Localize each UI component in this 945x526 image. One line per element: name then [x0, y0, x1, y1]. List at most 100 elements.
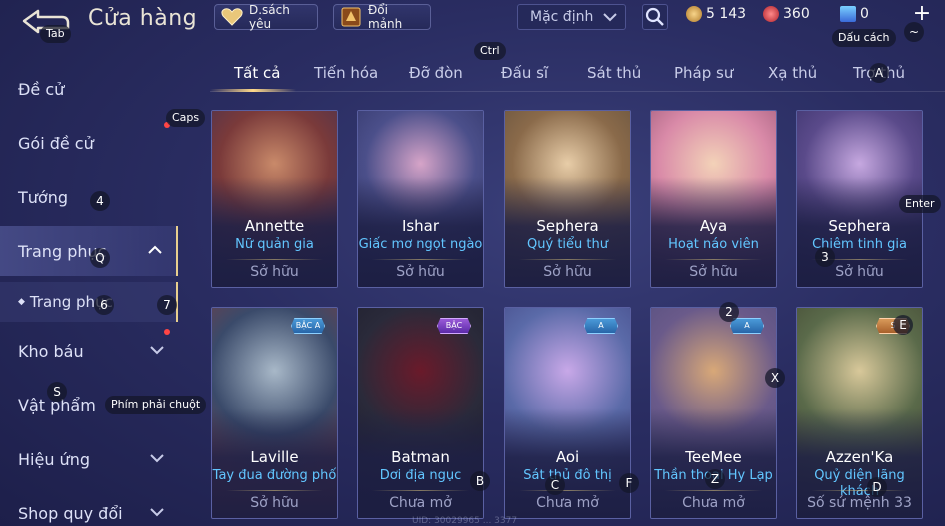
hero-name: TeeMee [685, 448, 742, 466]
skin-card[interactable]: A Aoi Sát thủ đô thị Chưa mở [504, 307, 631, 519]
skin-name: Tay đua đường phố [212, 468, 337, 483]
tab-assassin[interactable]: Sát thủ [587, 64, 641, 82]
tier-badge: A [584, 318, 618, 334]
search-icon [645, 7, 664, 26]
chevron-down-icon [603, 13, 617, 22]
ownership-status: Chưa mở [536, 495, 599, 511]
sort-dropdown[interactable]: Mặc định [517, 4, 626, 30]
voucher-balance: 0 [840, 6, 869, 22]
chevron-down-icon [150, 346, 164, 355]
gold-balance: 5 143 [686, 6, 746, 22]
key-hint-ctrl: Ctrl [474, 42, 506, 60]
sidebar-item-heroes[interactable]: Tướng [0, 172, 178, 222]
skin-name: Quý tiểu thư [527, 237, 608, 252]
top-up-plus-button[interactable]: + [912, 3, 932, 25]
key-hint-caps: Caps [166, 109, 206, 127]
tab-all[interactable]: Tất cả [234, 64, 280, 82]
card-divider [665, 259, 762, 260]
skin-card[interactable]: Annette Nữ quản gia Sở hữu [211, 110, 338, 288]
card-divider [372, 259, 469, 260]
skin-name: Giấc mơ ngọt ngào [358, 237, 483, 252]
key-hint-6: 6 [94, 295, 114, 315]
fragment-icon [340, 7, 362, 27]
skin-card[interactable]: Ishar Giấc mơ ngọt ngào Sở hữu [357, 110, 484, 288]
diamond-bullet-icon: ◆ [18, 297, 25, 307]
sidebar-item-featured-bundles[interactable]: Gói đề cử [0, 118, 178, 168]
sidebar-item-skins[interactable]: Trang phục [0, 226, 178, 276]
hero-name: Batman [391, 448, 450, 466]
search-button[interactable] [642, 4, 668, 30]
hero-name: Azzen'Ka [825, 448, 894, 466]
chevron-down-icon [150, 454, 164, 463]
skin-card[interactable]: SAzzen'KaQuỷ diện lãng kháchSố sứ mệnh 3… [796, 307, 923, 519]
card-divider [811, 490, 908, 491]
tab-marksman[interactable]: Xạ thủ [768, 64, 817, 82]
top-bar: Cửa hàng D.sách yêu Đổi mảnh Mặc định 5 … [0, 0, 945, 56]
skin-name: Dơi địa ngục [379, 468, 462, 483]
skin-card[interactable]: Sephera Quý tiểu thư Sở hữu [504, 110, 631, 288]
key-hint-z: Z [705, 469, 725, 489]
key-hint-tilde: ~ [904, 22, 924, 42]
ownership-status: Sở hữu [689, 264, 738, 280]
sidebar-item-effects[interactable]: Hiệu ứng [0, 434, 178, 484]
tab-tank[interactable]: Đỡ đòn [409, 64, 463, 82]
hero-name: Sephera [536, 217, 599, 235]
active-tab-indicator [210, 89, 296, 92]
ownership-status: Sở hữu [396, 264, 445, 280]
sidebar-item-featured[interactable]: Đề cử [0, 64, 178, 114]
tier-badge: A [730, 318, 764, 334]
ownership-status: Số sứ mệnh 33 [807, 495, 912, 511]
fragment-exchange-button[interactable]: Đổi mảnh [333, 3, 431, 31]
card-divider [372, 490, 469, 491]
key-hint-enter: Enter [899, 195, 941, 213]
sidebar-subitem-skins[interactable]: ◆ Trang phục [0, 282, 178, 322]
user-id: UID: 30029965 ... 3377 [412, 516, 518, 526]
skin-name: Nữ quản gia [235, 237, 314, 252]
key-hint-b: B [470, 471, 490, 491]
skin-name: Sát thủ đô thị [523, 468, 612, 483]
skin-card[interactable]: BẬC Batman Dơi địa ngục Chưa mở [357, 307, 484, 519]
ownership-status: Chưa mở [389, 495, 452, 511]
key-hint-7: 7 [157, 295, 177, 315]
heart-icon [221, 7, 243, 27]
hero-name: Ishar [401, 217, 440, 235]
hero-name: Laville [250, 448, 299, 466]
key-hint-q: Q [90, 248, 110, 268]
card-divider [519, 490, 616, 491]
sidebar-item-treasure[interactable]: Kho báu [0, 326, 178, 376]
key-hint-c: C [545, 475, 565, 495]
card-divider [665, 490, 762, 491]
wishlist-button[interactable]: D.sách yêu [214, 3, 318, 31]
sort-value: Mặc định [530, 9, 594, 25]
chevron-down-icon [150, 508, 164, 517]
sidebar-item-exchange-shop[interactable]: Shop quy đổi [0, 488, 178, 526]
voucher-icon [840, 6, 856, 22]
card-divider [226, 490, 323, 491]
tier-badge: BẬC [437, 318, 471, 334]
card-divider [226, 259, 323, 260]
ownership-status: Sở hữu [835, 264, 884, 280]
ownership-status: Sở hữu [250, 495, 299, 511]
skin-card[interactable]: BẬC A Laville Tay đua đường phố Sở hữu [211, 307, 338, 519]
key-hint-2: 2 [719, 302, 739, 322]
category-tabs: Tất cả Tiến hóa Đỡ đòn Đấu sĩ Sát thủ Ph… [210, 58, 945, 92]
key-hint-s: S [47, 382, 67, 402]
tier-badge: BẬC A [291, 318, 325, 334]
key-hint-right-click: Phím phải chuột [105, 396, 207, 414]
tab-evolution[interactable]: Tiến hóa [314, 64, 378, 82]
tab-mage[interactable]: Pháp sư [674, 64, 733, 82]
tab-fighter[interactable]: Đấu sĩ [501, 64, 548, 82]
chevron-up-icon [148, 245, 162, 254]
hero-name: Annette [244, 217, 305, 235]
page-title: Cửa hàng [88, 6, 198, 31]
hero-name: Aoi [555, 448, 580, 466]
key-hint-x: X [765, 368, 785, 388]
ownership-status: Chưa mở [682, 495, 745, 511]
ownership-status: Sở hữu [250, 264, 299, 280]
key-hint-4: 4 [90, 191, 110, 211]
ownership-status: Sở hữu [543, 264, 592, 280]
sidebar: Đề cử Gói đề cử Tướng Trang phục ◆ Trang… [0, 56, 178, 526]
key-hint-f: F [619, 473, 639, 493]
skin-card[interactable]: Aya Hoạt náo viên Sở hữu [650, 110, 777, 288]
key-hint-d: D [867, 477, 887, 497]
